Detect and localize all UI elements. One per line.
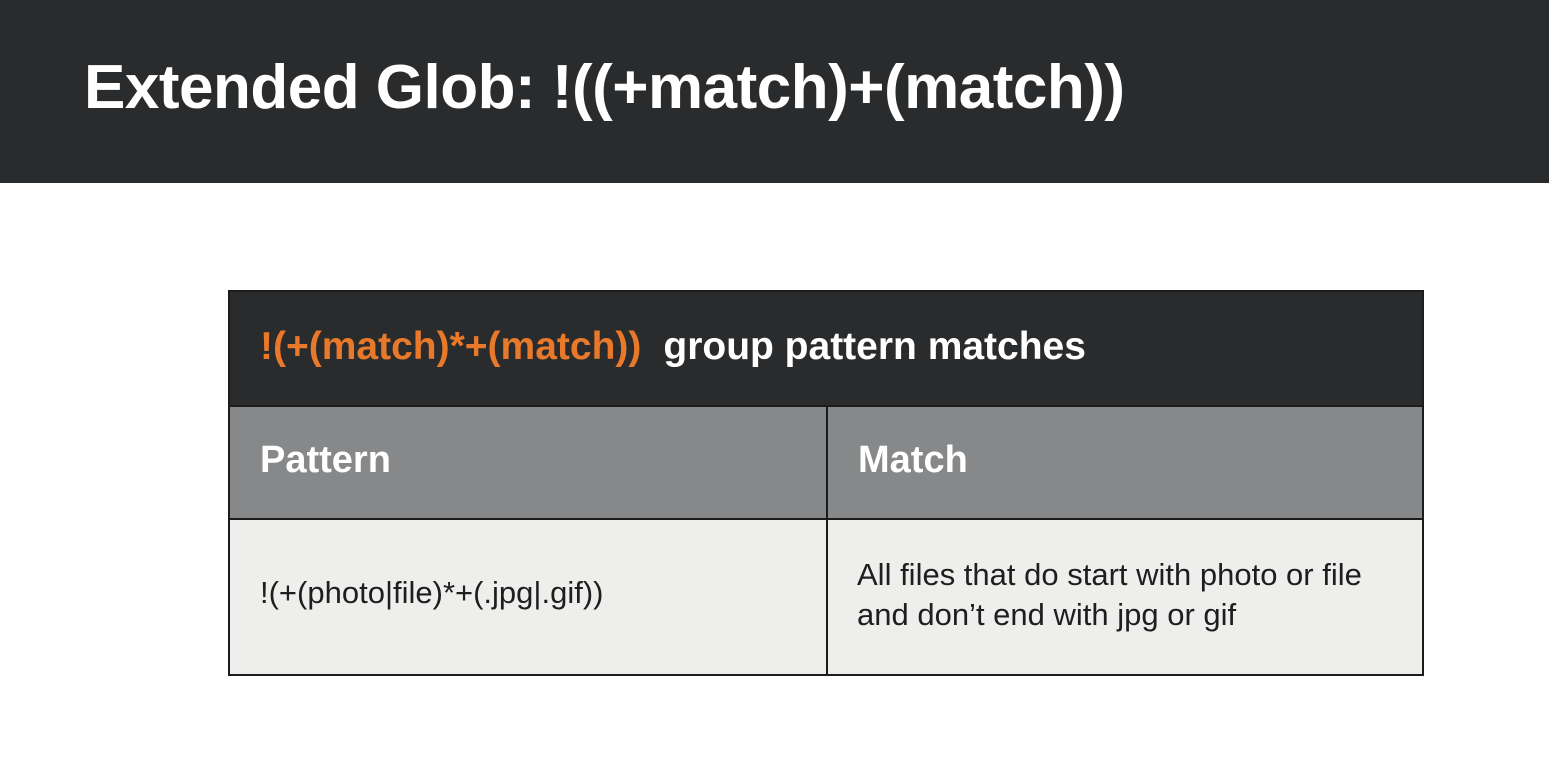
column-divider <box>826 407 828 674</box>
title-bar: Extended Glob: !((+match)+(match)) <box>0 0 1549 183</box>
column-header-pattern: Pattern <box>260 439 391 481</box>
glob-pattern-table: !(+(match)*+(match)) group pattern matche… <box>228 290 1424 676</box>
caption-pattern: !(+(match)*+(match)) <box>260 325 642 368</box>
slide-title: Extended Glob: !((+match)+(match)) <box>84 53 1125 122</box>
match-cell: All files that do start with photo or fi… <box>857 557 1362 632</box>
pattern-cell: !(+(photo|file)*+(.jpg|.gif)) <box>260 575 604 610</box>
caption-label: group pattern matches <box>663 325 1086 368</box>
table-caption: !(+(match)*+(match)) group pattern matche… <box>230 292 1422 407</box>
caption-text: !(+(match)*+(match)) group pattern matche… <box>260 322 1086 372</box>
column-header-match: Match <box>858 439 968 481</box>
